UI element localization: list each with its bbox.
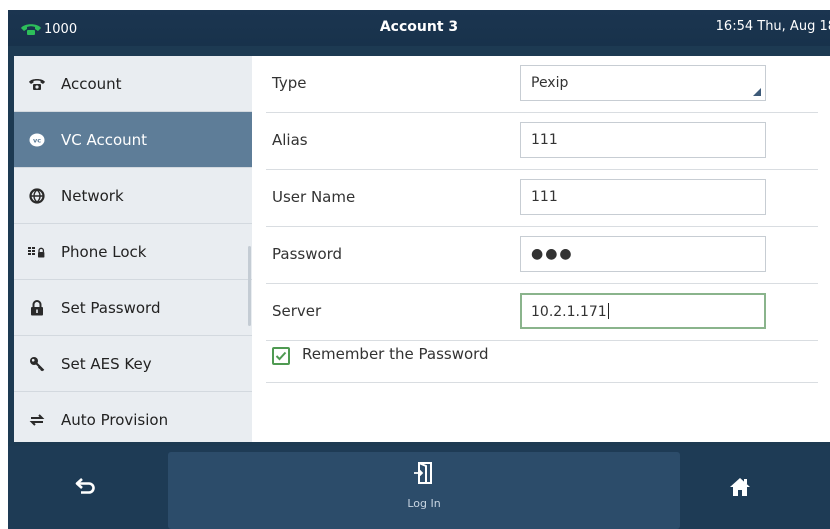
remember-password-row[interactable]: Remember the Password — [266, 341, 818, 383]
alias-value: 111 — [531, 132, 558, 148]
password-value: ●●● — [531, 246, 574, 262]
sidebar-item-phone-lock[interactable]: Phone Lock — [14, 224, 252, 280]
status-bar: 1000 Account 3 16:54 Thu, Aug 18 — [8, 10, 830, 46]
phone-icon — [27, 74, 47, 94]
password-label: Password — [272, 245, 343, 263]
sidebar-item-auto-provision[interactable]: Auto Provision — [14, 392, 252, 448]
back-icon — [75, 478, 95, 494]
account-form: Type Pexip Alias 111 User Name 111 Passw… — [252, 56, 830, 442]
remember-password-label: Remember the Password — [302, 345, 489, 363]
phone-lock-icon — [27, 242, 47, 262]
username-label: User Name — [272, 188, 356, 206]
phone-display: 1000 Account 3 16:54 Thu, Aug 18 Account — [8, 10, 830, 529]
server-label: Server — [272, 302, 322, 320]
username-value: 111 — [531, 189, 558, 205]
log-in-label: Log In — [407, 497, 441, 510]
softkey-center-panel: Log In — [168, 452, 680, 529]
sidebar-item-label: Set Password — [61, 298, 161, 317]
form-row-server: Server 10.2.1.171 — [266, 284, 818, 341]
sidebar-item-label: Phone Lock — [61, 242, 147, 261]
page-title: Account 3 — [379, 19, 459, 35]
text-cursor — [607, 303, 609, 319]
type-dropdown[interactable]: Pexip — [520, 65, 766, 101]
sync-icon — [27, 410, 47, 430]
softkey-bar: Log In — [8, 446, 830, 529]
form-row-username: User Name 111 — [266, 170, 818, 227]
sidebar-item-label: Auto Provision — [61, 411, 169, 429]
alias-input[interactable]: 111 — [520, 122, 766, 158]
sidebar-item-label: Network — [61, 186, 124, 205]
type-label: Type — [272, 74, 307, 92]
sidebar-scrollbar[interactable] — [248, 246, 251, 326]
sidebar-item-label: VC Account — [61, 130, 148, 149]
network-icon — [27, 186, 47, 206]
sidebar-item-account[interactable]: Account — [14, 56, 252, 112]
status-datetime: 16:54 Thu, Aug 18 — [715, 19, 830, 34]
password-input[interactable]: ●●● — [520, 236, 766, 272]
form-row-alias: Alias 111 — [266, 113, 818, 170]
dropdown-arrow-icon — [753, 88, 761, 96]
sidebar: Account vc VC Account Network Phone Lock… — [14, 56, 252, 442]
sidebar-item-network[interactable]: Network — [14, 168, 252, 224]
form-row-password: Password ●●● — [266, 227, 818, 284]
home-icon — [730, 478, 750, 496]
form-row-type: Type Pexip — [266, 56, 818, 113]
sidebar-item-label: Set AES Key — [61, 354, 152, 373]
sidebar-item-label: Account — [61, 74, 122, 93]
main-content: Account vc VC Account Network Phone Lock… — [14, 56, 830, 442]
sidebar-item-set-password[interactable]: Set Password — [14, 280, 252, 336]
check-icon — [275, 351, 287, 361]
log-in-button[interactable]: Log In — [168, 452, 680, 529]
sidebar-item-vc-account[interactable]: vc VC Account — [14, 112, 252, 168]
back-button[interactable] — [66, 472, 106, 502]
type-value: Pexip — [531, 75, 569, 91]
remember-password-checkbox[interactable] — [272, 347, 290, 365]
key-icon — [27, 354, 47, 374]
server-value: 10.2.1.171 — [531, 304, 607, 320]
lock-icon — [27, 298, 47, 318]
username-input[interactable]: 111 — [520, 179, 766, 215]
home-button[interactable] — [720, 472, 760, 502]
svg-text:vc: vc — [33, 136, 41, 144]
alias-label: Alias — [272, 131, 308, 149]
server-input[interactable]: 10.2.1.171 — [520, 293, 766, 329]
screen-frame: 1000 Account 3 16:54 Thu, Aug 18 Account — [0, 0, 830, 529]
log-in-icon — [414, 462, 432, 484]
vc-icon: vc — [27, 130, 47, 150]
sidebar-item-set-aes-key[interactable]: Set AES Key — [14, 336, 252, 392]
